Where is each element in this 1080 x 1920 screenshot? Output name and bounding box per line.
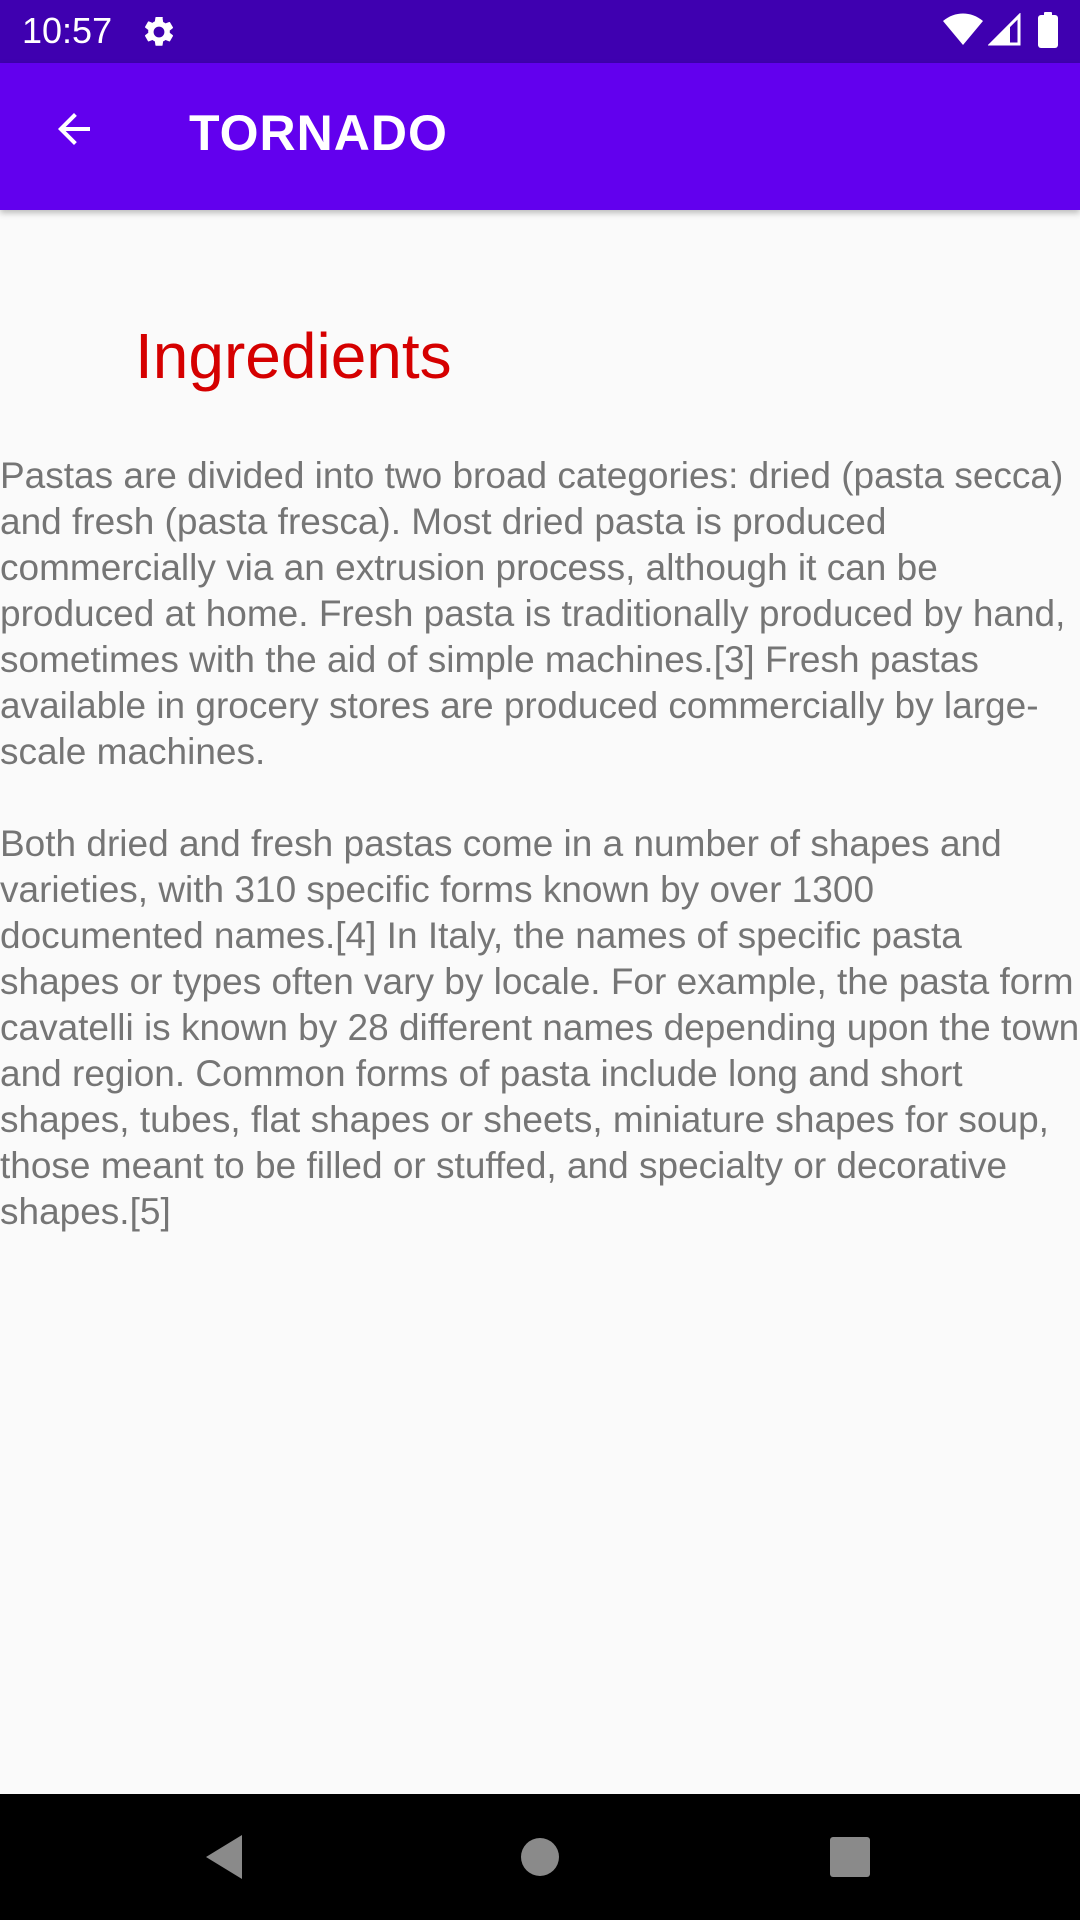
signal-icon bbox=[988, 13, 1021, 46]
paragraph: Both dried and fresh pastas come in a nu… bbox=[0, 823, 1080, 1232]
arrow-back-icon bbox=[58, 113, 90, 145]
nav-recents-button[interactable] bbox=[813, 1820, 887, 1894]
wifi-icon bbox=[943, 13, 983, 45]
recents-square-icon bbox=[830, 1837, 870, 1877]
body-text: Pastas are divided into two broad catego… bbox=[0, 453, 1080, 1281]
page-title: TORNADO bbox=[189, 105, 448, 161]
gear-icon bbox=[144, 16, 174, 46]
app-bar: TORNADO bbox=[0, 63, 1080, 210]
status-time: 10:57 bbox=[22, 10, 113, 51]
navigation-bar bbox=[0, 1794, 1080, 1920]
nav-home-button[interactable] bbox=[503, 1820, 577, 1894]
battery-icon bbox=[1038, 12, 1058, 48]
status-bar: 10:57 bbox=[0, 0, 1080, 63]
home-circle-icon bbox=[521, 1838, 559, 1876]
back-button[interactable] bbox=[30, 85, 118, 173]
paragraph: Pastas are divided into two broad catego… bbox=[0, 455, 1066, 772]
nav-back-button[interactable] bbox=[187, 1820, 261, 1894]
back-triangle-icon bbox=[206, 1835, 242, 1879]
section-heading: Ingredients bbox=[135, 320, 452, 392]
